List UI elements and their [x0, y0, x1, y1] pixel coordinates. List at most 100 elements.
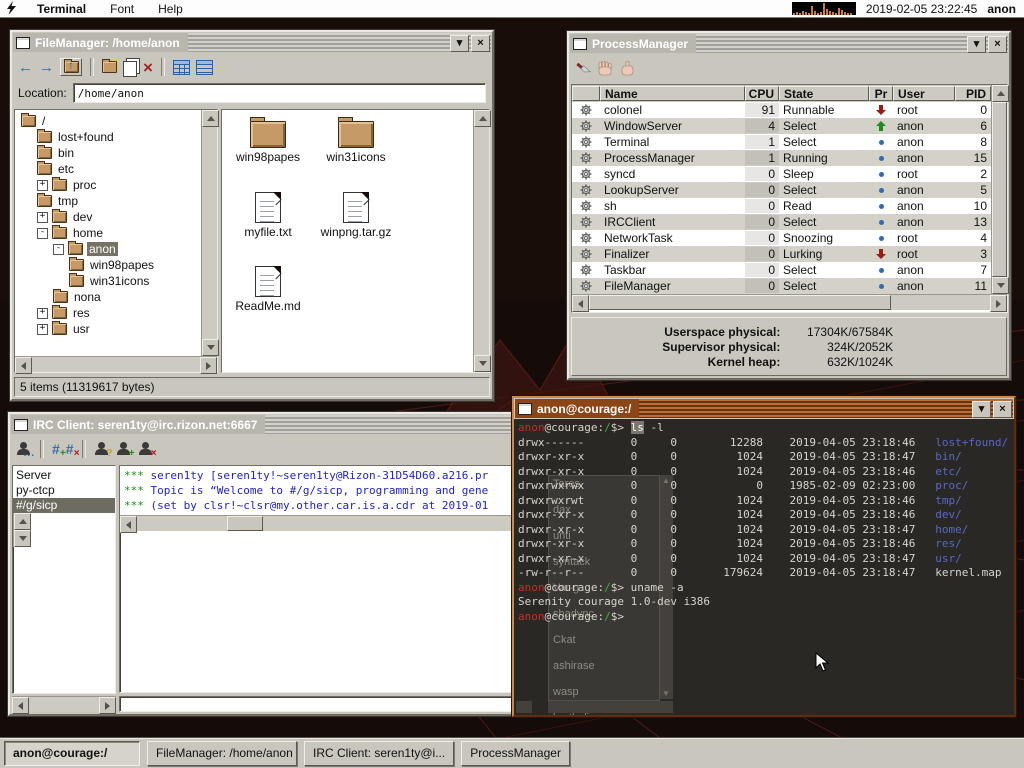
close-button[interactable]: × [993, 401, 1012, 418]
column-header-cpu[interactable]: CPU [745, 86, 779, 101]
forward-icon[interactable]: → [39, 60, 54, 75]
stop-process-icon[interactable] [598, 61, 614, 76]
taskbar-button[interactable]: IRC Client: seren1ty@i... [304, 741, 454, 766]
whois-user-icon[interactable]: ... [16, 442, 32, 456]
process-row[interactable]: WindowServer4Selectanon6 [572, 118, 991, 134]
channel-list[interactable]: Serverpy-ctcp#/g/sicp [13, 466, 115, 513]
taskbar-button[interactable]: anon@courage:/ [4, 741, 140, 766]
taskbar-button[interactable]: FileManager: /home/anon [147, 741, 297, 766]
kick-user-icon[interactable]: × [138, 442, 154, 456]
terminal-titlebar[interactable]: anon@courage:/ ▾ × [515, 399, 1013, 418]
menu-font[interactable]: Font [100, 2, 144, 16]
channel-hscrollbar[interactable] [12, 696, 116, 712]
channel-item[interactable]: py-ctcp [13, 483, 115, 498]
column-header-pr[interactable]: Pr [869, 86, 893, 101]
tree-item[interactable]: +res [19, 305, 201, 321]
process-row[interactable]: ProcessManager1Runninganon15 [572, 150, 991, 166]
tree-expander-icon[interactable]: + [37, 212, 48, 223]
file-icon[interactable]: myfile.txt [224, 190, 312, 264]
process-row[interactable]: syncd0Sleeproot2 [572, 166, 991, 182]
grid-view-icon[interactable] [173, 60, 190, 75]
irc-title: IRC Client: seren1ty@irc.rizon.net:6667 [33, 418, 257, 432]
process-row[interactable]: Terminal1Selectanon8 [572, 134, 991, 150]
file-list[interactable]: win98papeswin31iconsmyfile.txtwinpng.tar… [222, 110, 473, 372]
copy-icon[interactable] [123, 61, 137, 77]
header-icon-cell[interactable] [572, 86, 600, 101]
file-icon[interactable]: win31icons [312, 116, 400, 190]
files-vscrollbar[interactable] [473, 110, 489, 372]
tree-expander-icon[interactable]: + [37, 324, 48, 335]
list-view-icon[interactable] [196, 60, 213, 75]
tree-item[interactable]: win31icons [19, 273, 201, 289]
channel-item[interactable]: #/g/sicp [13, 498, 115, 513]
table-hscrollbar[interactable] [572, 294, 1007, 310]
tree-item[interactable]: +usr [19, 321, 201, 337]
join-channel-icon[interactable]: #+ [52, 442, 60, 456]
location-input[interactable]: /home/anon [73, 83, 486, 103]
file-icon[interactable]: ReadMe.md [224, 264, 312, 338]
filemanager-titlebar[interactable]: FileManager: /home/anon ▾ × [13, 33, 491, 52]
process-table[interactable]: NameCPUStatePrUserPIDcolonel91Runnablero… [572, 85, 991, 294]
file-icon[interactable]: win98papes [224, 116, 312, 190]
menu-help[interactable]: Help [148, 2, 193, 16]
terminal-content[interactable]: TaresdaxuntisyntackVar-gshadyncCkatashir… [514, 419, 1014, 715]
new-folder-icon[interactable] [102, 61, 117, 73]
continue-process-icon[interactable] [620, 61, 636, 76]
process-row[interactable]: Taskbar0Selectanon7 [572, 262, 991, 278]
tree-item[interactable]: bin [19, 145, 201, 161]
process-row[interactable]: Finalizer0Lurkingroot3 [572, 246, 991, 262]
file-icon[interactable]: winpng.tar.gz [312, 190, 400, 264]
minimize-button[interactable]: ▾ [967, 36, 986, 53]
delete-icon[interactable]: × [143, 59, 153, 76]
processmanager-titlebar[interactable]: ProcessManager ▾ × [570, 34, 1008, 53]
process-row[interactable]: colonel91Runnableroot0 [572, 102, 991, 118]
column-header-user[interactable]: User [893, 86, 955, 101]
processmanager-window[interactable]: ProcessManager ▾ × NameCPUStatePrUserPID… [567, 31, 1011, 380]
column-header-pid[interactable]: PID [955, 86, 991, 101]
tree-item[interactable]: +dev [19, 209, 201, 225]
query-user-icon[interactable]: ? [94, 442, 110, 456]
process-row[interactable]: FileManager0Selectanon11 [572, 278, 991, 294]
tree-hscrollbar[interactable] [15, 356, 217, 372]
minimize-button[interactable]: ▾ [450, 35, 469, 52]
filemanager-window[interactable]: FileManager: /home/anon ▾ × ← → ↑ × Loca… [10, 30, 494, 401]
process-row[interactable]: sh0Readanon10 [572, 198, 991, 214]
tree-item[interactable]: / [19, 113, 201, 129]
cell-pid: 3 [955, 247, 991, 261]
channel-item[interactable]: Server [13, 468, 115, 483]
process-row[interactable]: NetworkTask0Snoozingroot4 [572, 230, 991, 246]
tree-expander-icon[interactable]: + [37, 180, 48, 191]
tree-item[interactable]: win98papes [19, 257, 201, 273]
tree-expander-icon[interactable]: - [37, 228, 48, 239]
terminal-line: -rw-r--r-- 0 0 179624 2019-04-05 23:18:4… [518, 566, 1010, 581]
tree-expander-icon[interactable]: - [53, 244, 64, 255]
tree-item[interactable]: +proc [19, 177, 201, 193]
tree-item[interactable]: -anon [19, 241, 201, 257]
minimize-button[interactable]: ▾ [972, 401, 991, 418]
tree-vscrollbar[interactable] [201, 110, 217, 356]
column-header-state[interactable]: State [779, 86, 869, 101]
menu-terminal[interactable]: Terminal [27, 2, 96, 16]
tree-expander-icon[interactable]: + [37, 308, 48, 319]
tree-item[interactable]: -home [19, 225, 201, 241]
back-icon[interactable]: ← [18, 60, 33, 75]
tree-item[interactable]: lost+found [19, 129, 201, 145]
process-row[interactable]: LookupServer0Selectanon5 [572, 182, 991, 198]
taskbar-button[interactable]: ProcessManager [461, 741, 570, 766]
directory-tree[interactable]: /lost+foundbinetc+proctmp+dev-home-anonw… [15, 110, 201, 356]
lightning-icon[interactable] [6, 1, 17, 16]
tree-item[interactable]: etc [19, 161, 201, 177]
open-parent-icon[interactable]: ↑ [60, 58, 82, 76]
part-channel-icon[interactable]: #× [66, 442, 74, 456]
tree-item[interactable]: nona [19, 289, 201, 305]
column-header-name[interactable]: Name [600, 86, 745, 101]
channel-vscrollbar[interactable] [13, 513, 29, 547]
table-vscrollbar[interactable] [991, 85, 1007, 294]
tree-item[interactable]: tmp [19, 193, 201, 209]
kill-process-icon[interactable] [575, 61, 592, 76]
close-button[interactable]: × [471, 35, 490, 52]
terminal-window[interactable]: anon@courage:/ ▾ × TaresdaxuntisyntackVa… [512, 396, 1016, 717]
op-user-icon[interactable]: + [116, 442, 132, 456]
process-row[interactable]: IRCClient0Selectanon13 [572, 214, 991, 230]
close-button[interactable]: × [988, 36, 1007, 53]
